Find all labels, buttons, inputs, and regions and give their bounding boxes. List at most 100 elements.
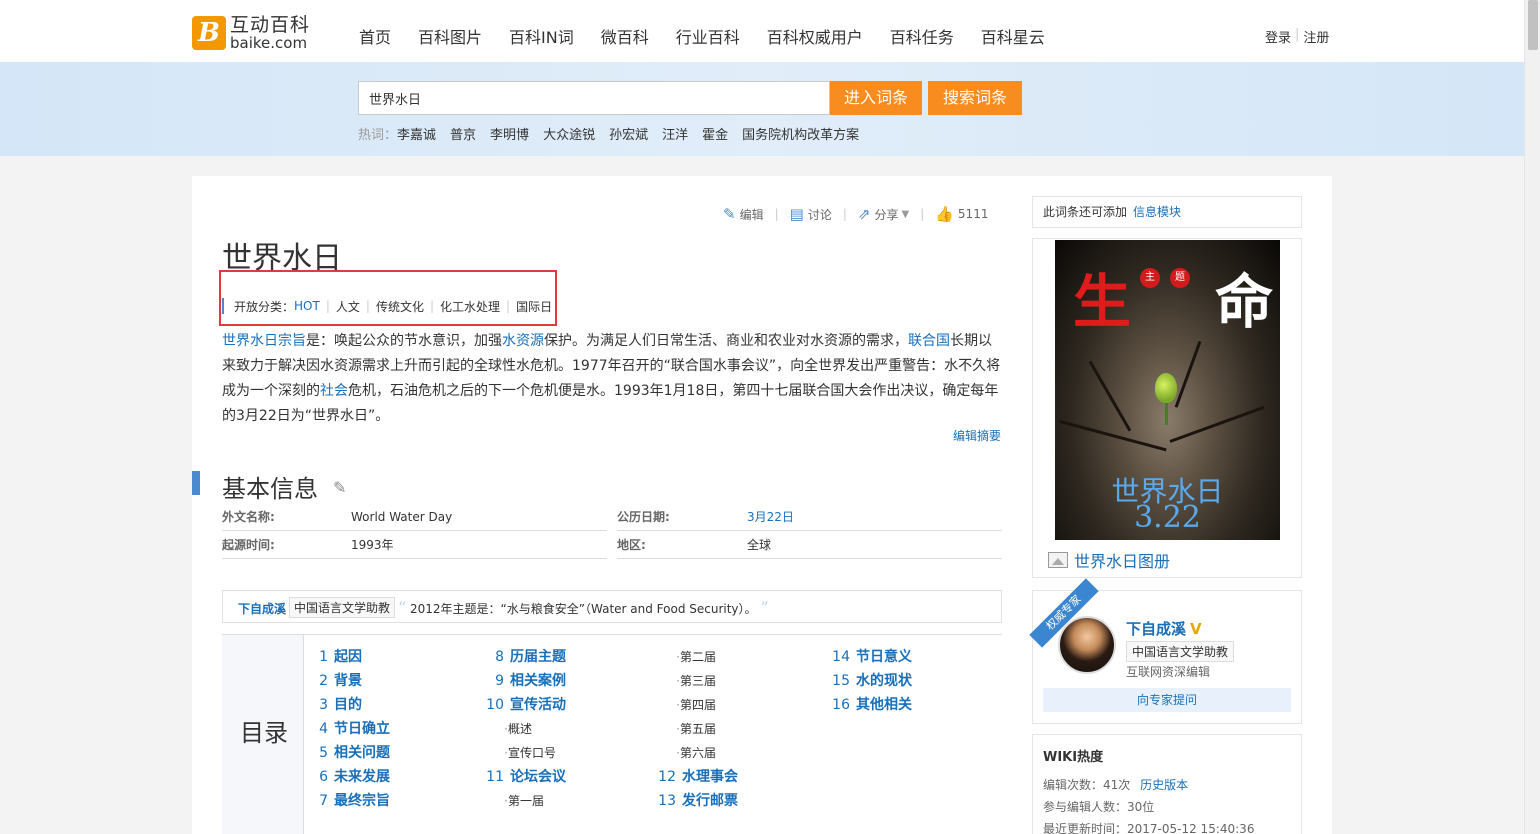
enter-entry-button[interactable]: 进入词条 bbox=[830, 81, 922, 115]
category-link[interactable]: 人文 bbox=[336, 298, 360, 315]
toc-subitem[interactable]: ·宣传口号 bbox=[484, 741, 566, 765]
toc-item[interactable]: 9 相关案例 bbox=[484, 669, 566, 693]
summary-link[interactable]: 联合国 bbox=[908, 333, 950, 349]
nav-tasks[interactable]: 百科任务 bbox=[890, 24, 954, 48]
edit-summary-link[interactable]: 编辑摘要 bbox=[953, 427, 1001, 444]
toc-item-label: 发行邮票 bbox=[682, 793, 738, 809]
nav-micro[interactable]: 微百科 bbox=[601, 24, 649, 48]
toc-item-label: 节日确立 bbox=[334, 721, 390, 737]
toc-item[interactable]: 11 论坛会议 bbox=[484, 765, 566, 789]
toc-item[interactable]: 13 发行邮票 bbox=[656, 789, 738, 813]
info-row: 外文名称: World Water Day 公历日期: 3月22日 bbox=[222, 504, 1002, 532]
toc-item-label: 水的现状 bbox=[856, 673, 912, 689]
toc-item-number: 8 bbox=[495, 649, 504, 665]
toc-item-number: 13 bbox=[658, 793, 676, 809]
toc-item[interactable]: 7 最终宗旨 bbox=[318, 789, 390, 813]
share-button[interactable]: ⇗ 分享 ▼ bbox=[858, 205, 909, 223]
top-header: B 互动百科 baike.com 首页 百科图片 百科IN词 微百科 行业百科 … bbox=[0, 0, 1524, 62]
like-button[interactable]: 👍 5111 bbox=[935, 205, 988, 223]
album-link[interactable]: 世界水日图册 bbox=[1048, 548, 1170, 572]
toc-item[interactable]: 2 背景 bbox=[318, 669, 390, 693]
bullet-icon: · bbox=[676, 698, 680, 712]
wiki-editors: 参与编辑人数：30位 bbox=[1043, 800, 1155, 814]
toc-subitem[interactable]: ·第四届 bbox=[656, 693, 738, 717]
wiki-heat-title: WIKI热度 bbox=[1043, 750, 1104, 765]
nav-home[interactable]: 首页 bbox=[359, 24, 391, 48]
summary-link[interactable]: 水资源 bbox=[502, 333, 544, 349]
expert-name-link[interactable]: 下自成溪 V bbox=[1126, 618, 1202, 639]
register-link[interactable]: 注册 bbox=[1303, 27, 1329, 46]
edit-button[interactable]: ✎ 编辑 bbox=[723, 205, 764, 223]
toc-item[interactable]: 8 历届主题 bbox=[484, 645, 566, 669]
poster-char: 生 bbox=[1073, 268, 1132, 336]
page-scrollbar[interactable] bbox=[1524, 0, 1540, 834]
pencil-icon[interactable]: ✎ bbox=[333, 478, 346, 497]
toc-item-label: 节日意义 bbox=[856, 649, 912, 665]
category-link[interactable]: HOT bbox=[294, 299, 320, 313]
toc-subitem[interactable]: ·第六届 bbox=[656, 741, 738, 765]
toc-subitem-label: 第五届 bbox=[680, 722, 717, 736]
category-link[interactable]: 化工水处理 bbox=[440, 298, 500, 315]
nav-industry[interactable]: 行业百科 bbox=[676, 24, 740, 48]
hot-word[interactable]: 大众途锐 bbox=[543, 124, 595, 143]
summary-link[interactable]: 世界水日宗旨 bbox=[222, 333, 306, 349]
chevron-down-icon: ▼ bbox=[901, 208, 910, 220]
toc-subitem[interactable]: ·第五届 bbox=[656, 717, 738, 741]
toc-item-number: 5 bbox=[319, 745, 328, 761]
category-divider: | bbox=[365, 299, 370, 313]
nav-in-words[interactable]: 百科IN词 bbox=[509, 24, 574, 48]
hot-word[interactable]: 普京 bbox=[450, 124, 476, 143]
toc-item[interactable]: 3 目的 bbox=[318, 693, 390, 717]
toc-item[interactable]: 6 未来发展 bbox=[318, 765, 390, 789]
toc-subitem[interactable]: ·第二届 bbox=[656, 645, 738, 669]
toc-item[interactable]: 5 相关问题 bbox=[318, 741, 390, 765]
category-link[interactable]: 传统文化 bbox=[376, 298, 424, 315]
quote-text: 2012年主题是：“水与粮食安全”（Water and Food Securit… bbox=[410, 602, 757, 616]
search-input[interactable] bbox=[358, 81, 830, 115]
toc-item[interactable]: 10 宣传活动 bbox=[484, 693, 566, 717]
history-version-link[interactable]: 历史版本 bbox=[1140, 778, 1188, 792]
toc-item[interactable]: 16 其他相关 bbox=[830, 693, 912, 717]
nav-authority[interactable]: 百科权威用户 bbox=[767, 24, 863, 48]
summary-text: 是：唤起公众的节水意识，加强 bbox=[306, 333, 502, 349]
nav-images[interactable]: 百科图片 bbox=[418, 24, 482, 48]
hot-word[interactable]: 霍金 bbox=[702, 124, 728, 143]
toc-item[interactable]: 1 起因 bbox=[318, 645, 390, 669]
toc-item[interactable]: 4 节日确立 bbox=[318, 717, 390, 741]
search-entry-button[interactable]: 搜索词条 bbox=[928, 81, 1022, 115]
ask-expert-button[interactable]: 向专家提问 bbox=[1043, 688, 1291, 712]
hot-word[interactable]: 汪洋 bbox=[662, 124, 688, 143]
toc-label: 目录 bbox=[240, 719, 288, 747]
toc-item-label: 论坛会议 bbox=[510, 769, 566, 785]
add-module-link[interactable]: 信息模块 bbox=[1133, 205, 1181, 219]
toc-item[interactable]: 12 水理事会 bbox=[656, 765, 738, 789]
category-link[interactable]: 国际日 bbox=[516, 298, 552, 315]
auth-links: 登录 | 注册 bbox=[1265, 27, 1329, 46]
toc-item[interactable]: 14 节日意义 bbox=[830, 645, 912, 669]
scrollbar-thumb[interactable] bbox=[1528, 0, 1538, 50]
open-categories: 开放分类： HOT | 人文 | 传统文化 | 化工水处理 | 国际日 bbox=[222, 298, 552, 314]
info-value: 1993年 bbox=[351, 538, 394, 552]
hot-word[interactable]: 李嘉诚 bbox=[397, 124, 436, 143]
toc-item-label: 历届主题 bbox=[510, 649, 566, 665]
toc-subitem[interactable]: ·第一届 bbox=[484, 789, 566, 813]
site-logo[interactable]: B 互动百科 baike.com bbox=[192, 14, 310, 52]
nav-stars[interactable]: 百科星云 bbox=[981, 24, 1045, 48]
comment-icon: ▤ bbox=[789, 205, 804, 223]
discuss-button[interactable]: ▤ 讨论 bbox=[790, 205, 832, 223]
album-label: 世界水日图册 bbox=[1074, 552, 1171, 571]
toc-subitem[interactable]: ·第三届 bbox=[656, 669, 738, 693]
pencil-icon: ✎ bbox=[723, 205, 736, 223]
bullet-icon: · bbox=[504, 746, 508, 760]
poster-dot: 主 bbox=[1140, 268, 1160, 288]
summary-link[interactable]: 社会 bbox=[320, 383, 348, 399]
quote-author-link[interactable]: 下自成溪 bbox=[238, 600, 286, 617]
toc-subitem[interactable]: ·概述 bbox=[484, 717, 566, 741]
login-link[interactable]: 登录 bbox=[1265, 27, 1291, 46]
info-value-link[interactable]: 3月22日 bbox=[747, 504, 1002, 531]
hot-word[interactable]: 孙宏斌 bbox=[609, 124, 648, 143]
toc-item[interactable]: 15 水的现状 bbox=[830, 669, 912, 693]
hot-word[interactable]: 李明博 bbox=[490, 124, 529, 143]
avatar[interactable] bbox=[1058, 616, 1116, 674]
hot-word[interactable]: 国务院机构改革方案 bbox=[742, 124, 859, 143]
